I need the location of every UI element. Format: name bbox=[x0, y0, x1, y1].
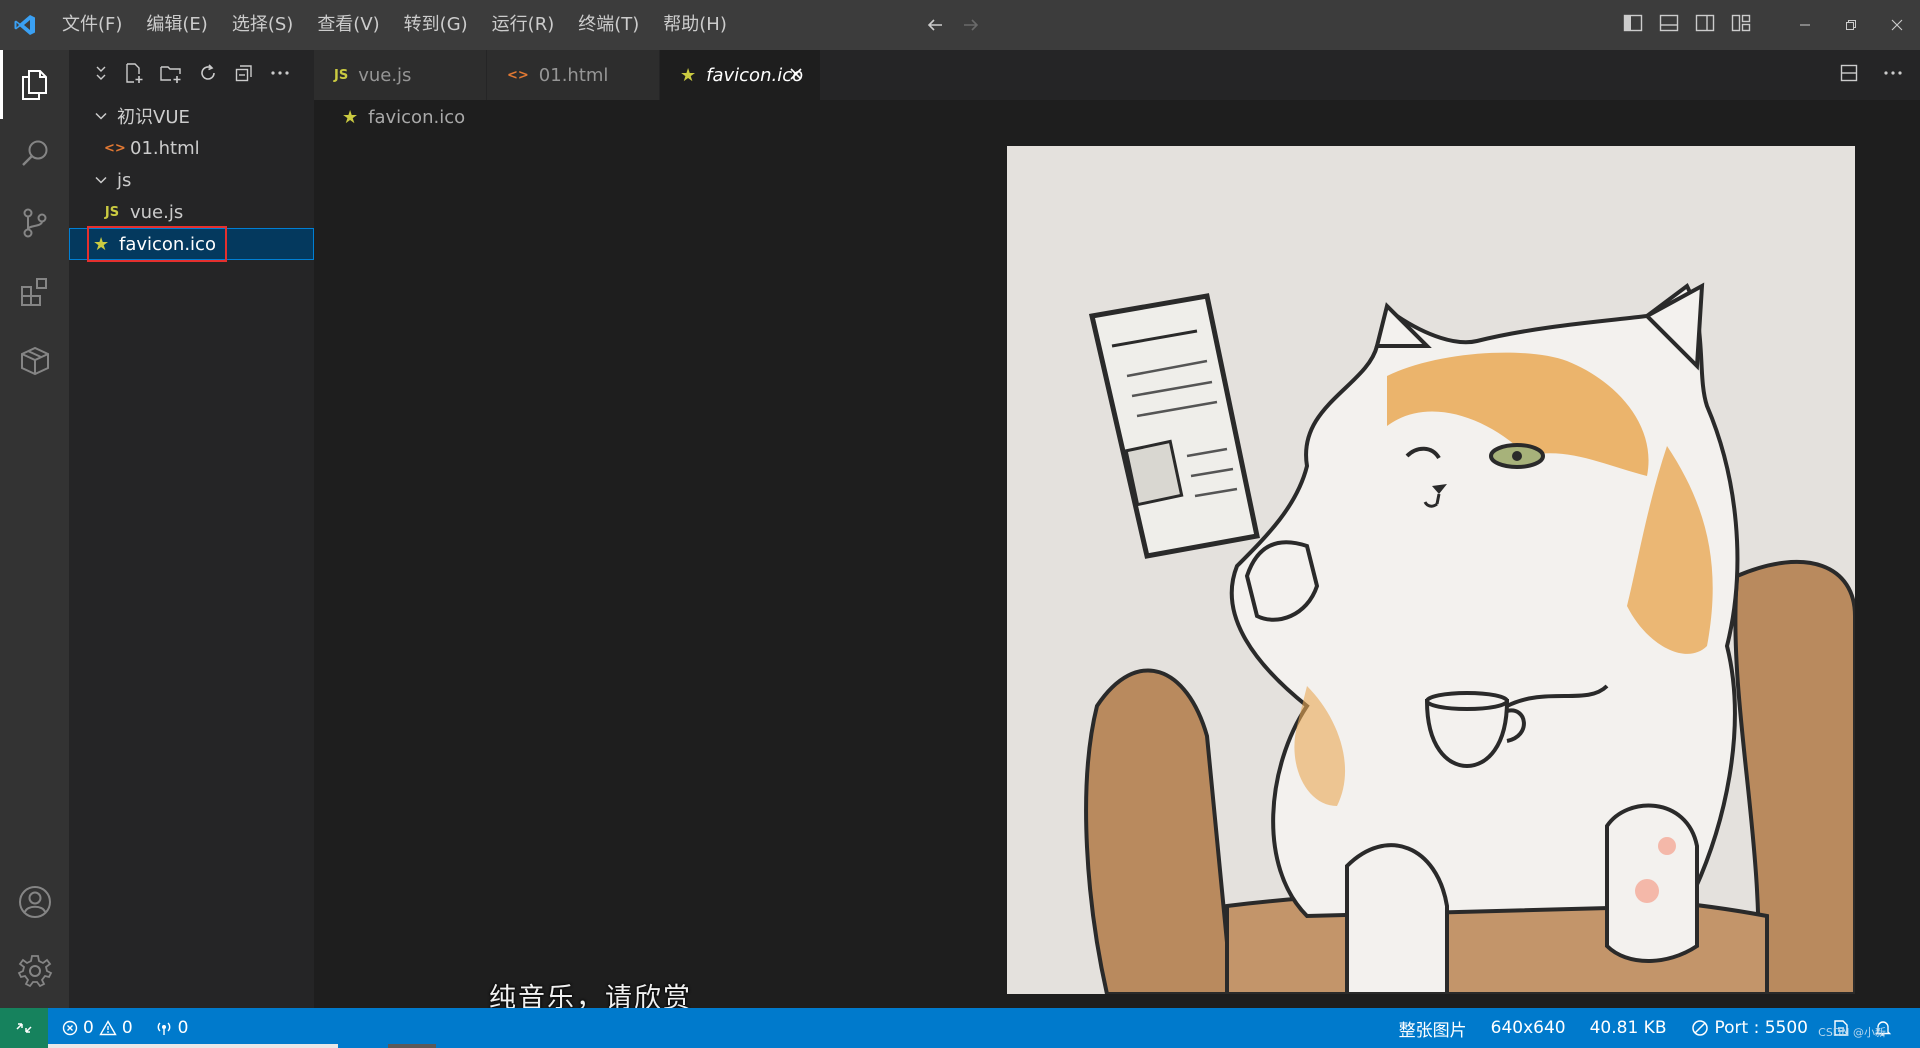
menu-terminal[interactable]: 终端(T) bbox=[566, 0, 651, 50]
status-left: 0 0 0 bbox=[48, 1018, 188, 1038]
toggle-secondary-sidebar-icon[interactable] bbox=[1694, 12, 1716, 38]
vscode-logo-icon bbox=[0, 0, 50, 50]
tree-item-label: vue.js bbox=[130, 201, 184, 223]
customize-layout-icon[interactable] bbox=[1730, 12, 1752, 38]
breadcrumb[interactable]: ★ favicon.ico bbox=[314, 100, 465, 134]
folder-root-label: 初识VUE bbox=[117, 107, 190, 128]
tab-01-html[interactable]: <> 01.html bbox=[487, 50, 659, 100]
menu-help[interactable]: 帮助(H) bbox=[651, 0, 739, 50]
minimize-icon[interactable] bbox=[1782, 0, 1828, 50]
broadcast-icon bbox=[157, 1022, 171, 1035]
tab-label: 01.html bbox=[538, 64, 609, 86]
remote-explorer-icon[interactable] bbox=[0, 326, 69, 395]
folder-js-label: js bbox=[117, 169, 132, 191]
refresh-icon[interactable] bbox=[197, 62, 219, 88]
tab-label: vue.js bbox=[358, 64, 412, 86]
tree-item-vuejs[interactable]: JS vue.js bbox=[69, 196, 314, 228]
no-entry-icon bbox=[1691, 1020, 1708, 1036]
star-file-icon: ★ bbox=[680, 64, 697, 86]
source-control-icon[interactable] bbox=[0, 188, 69, 257]
problems-status[interactable]: 0 0 bbox=[62, 1018, 133, 1038]
go-forward-icon[interactable] bbox=[961, 15, 981, 35]
manage-gear-icon[interactable] bbox=[0, 936, 69, 1005]
explorer-sidebar: 初识VUE <> 01.html js JS vue.js ★ favicon.… bbox=[69, 50, 314, 1008]
accounts-icon[interactable] bbox=[0, 867, 69, 936]
new-folder-icon[interactable] bbox=[159, 62, 183, 88]
restore-icon[interactable] bbox=[1828, 0, 1874, 50]
toggle-panel-icon[interactable] bbox=[1658, 12, 1680, 38]
taskbar-strip bbox=[48, 1044, 338, 1048]
tab-vuejs[interactable]: JS vue.js bbox=[314, 50, 486, 100]
taskbar-strip-secondary bbox=[388, 1044, 436, 1048]
new-file-icon[interactable] bbox=[123, 62, 145, 88]
explorer-icon[interactable] bbox=[0, 50, 69, 119]
folder-js[interactable]: js bbox=[69, 164, 314, 196]
status-bar: 0 0 0 整张图片 640x640 40.81 KB Port : 5500 bbox=[0, 1008, 1920, 1048]
live-server-status[interactable]: Port : 5500 bbox=[1691, 1018, 1809, 1038]
html-file-icon: <> bbox=[507, 67, 529, 83]
tree-item-favicon[interactable]: ★ favicon.ico bbox=[69, 226, 314, 262]
highlight-box bbox=[87, 226, 227, 262]
image-dimensions: 640x640 bbox=[1490, 1018, 1566, 1038]
menu-go[interactable]: 转到(G) bbox=[392, 0, 480, 50]
explorer-toolbar bbox=[69, 50, 314, 100]
close-window-icon[interactable] bbox=[1874, 0, 1920, 50]
toggle-primary-sidebar-icon[interactable] bbox=[1622, 12, 1644, 38]
js-file-icon: JS bbox=[104, 204, 120, 220]
tree-item-label: 01.html bbox=[130, 137, 200, 159]
warning-count: 0 bbox=[121, 1018, 133, 1038]
close-tab-icon[interactable] bbox=[786, 64, 806, 89]
chevron-down-icon bbox=[93, 109, 109, 123]
search-icon[interactable] bbox=[0, 119, 69, 188]
error-icon bbox=[62, 1020, 78, 1036]
more-actions-icon[interactable] bbox=[1882, 62, 1904, 88]
activity-bar bbox=[0, 50, 69, 1008]
ports-count: 0 bbox=[177, 1018, 189, 1038]
menu-view[interactable]: 查看(V) bbox=[305, 0, 391, 50]
tree-item-html[interactable]: <> 01.html bbox=[69, 132, 314, 164]
menu-edit[interactable]: 编辑(E) bbox=[134, 0, 219, 50]
error-count: 0 bbox=[83, 1018, 94, 1038]
go-back-icon[interactable] bbox=[925, 15, 945, 35]
folder-root[interactable]: 初识VUE bbox=[69, 100, 314, 132]
extensions-icon[interactable] bbox=[0, 257, 69, 326]
image-size: 40.81 KB bbox=[1589, 1018, 1667, 1038]
js-file-icon: JS bbox=[334, 67, 349, 83]
collapse-folders-icon[interactable] bbox=[233, 62, 255, 88]
title-bar: 文件(F) 编辑(E) 选择(S) 查看(V) 转到(G) 运行(R) 终端(T… bbox=[0, 0, 1920, 50]
warning-icon bbox=[99, 1020, 117, 1036]
watermark: CSDN @小新 bbox=[1818, 1026, 1886, 1039]
breadcrumb-file: favicon.ico bbox=[368, 106, 466, 128]
image-preview-editor bbox=[314, 134, 1920, 1008]
title-bar-right bbox=[1622, 0, 1920, 50]
cat-image[interactable] bbox=[1007, 146, 1855, 994]
editor-tab-bar: JS vue.js <> 01.html ★ favicon.ico bbox=[314, 50, 1920, 100]
chevron-down-icon bbox=[93, 173, 109, 187]
tab-favicon[interactable]: ★ favicon.ico bbox=[660, 50, 820, 100]
split-editor-icon[interactable] bbox=[1838, 62, 1860, 88]
more-actions-icon[interactable] bbox=[269, 62, 291, 88]
collapse-toggle-icon[interactable] bbox=[93, 63, 109, 87]
vscode-window: 文件(F) 编辑(E) 选择(S) 查看(V) 转到(G) 运行(R) 终端(T… bbox=[0, 0, 1920, 1048]
layout-controls bbox=[1622, 12, 1752, 38]
ports-status[interactable]: 0 bbox=[155, 1018, 189, 1038]
menu-selection[interactable]: 选择(S) bbox=[220, 0, 305, 50]
navigation-controls bbox=[925, 0, 981, 50]
html-file-icon: <> bbox=[104, 140, 126, 156]
live-server-port: Port : 5500 bbox=[1714, 1018, 1809, 1038]
remote-indicator-icon[interactable] bbox=[0, 1008, 48, 1048]
menu-bar: 文件(F) 编辑(E) 选择(S) 查看(V) 转到(G) 运行(R) 终端(T… bbox=[50, 0, 739, 50]
star-file-icon: ★ bbox=[342, 106, 359, 128]
image-zoom-status[interactable]: 整张图片 bbox=[1399, 1016, 1467, 1041]
menu-run[interactable]: 运行(R) bbox=[480, 0, 567, 50]
editor-actions bbox=[1838, 50, 1904, 100]
menu-file[interactable]: 文件(F) bbox=[50, 0, 134, 50]
